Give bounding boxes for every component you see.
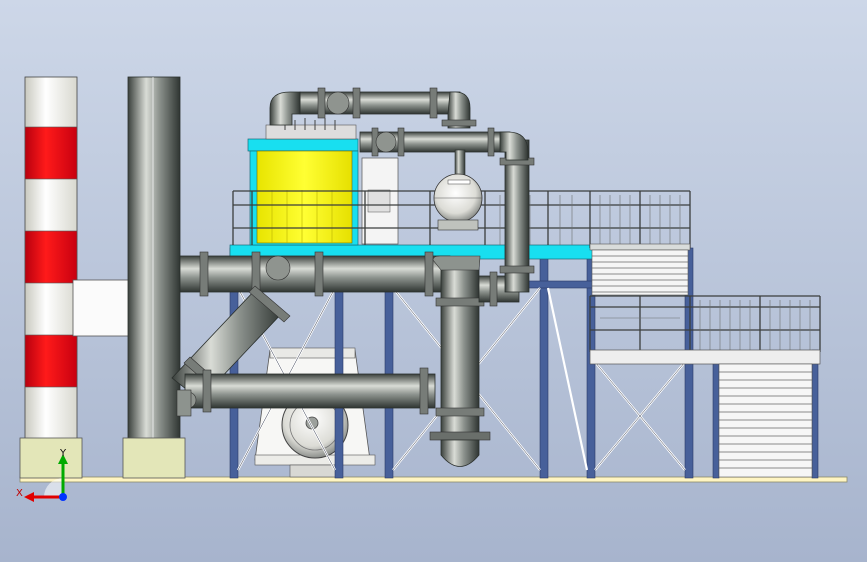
duct-connector-box	[72, 279, 132, 337]
vertical-stack-pipe	[127, 76, 181, 441]
upper-landing	[589, 243, 691, 251]
lower-staircase	[718, 363, 813, 478]
cabinet-door	[367, 189, 391, 213]
plant-elevation-drawing: Y X	[0, 0, 867, 562]
chimney-stack	[24, 76, 78, 441]
lower-horizontal-duct	[179, 367, 436, 415]
axis-x-label: X	[16, 488, 23, 499]
heat-exchanger-vessel	[433, 173, 483, 231]
main-horizontal-duct	[179, 251, 451, 297]
upper-staircase	[591, 249, 689, 296]
damper-flange	[176, 389, 192, 417]
lower-landing	[589, 349, 821, 365]
axis-y-label: Y	[59, 448, 67, 459]
stack-footing	[122, 437, 186, 479]
cad-viewport[interactable]: Y X	[0, 0, 867, 562]
chimney-footing	[19, 437, 83, 479]
